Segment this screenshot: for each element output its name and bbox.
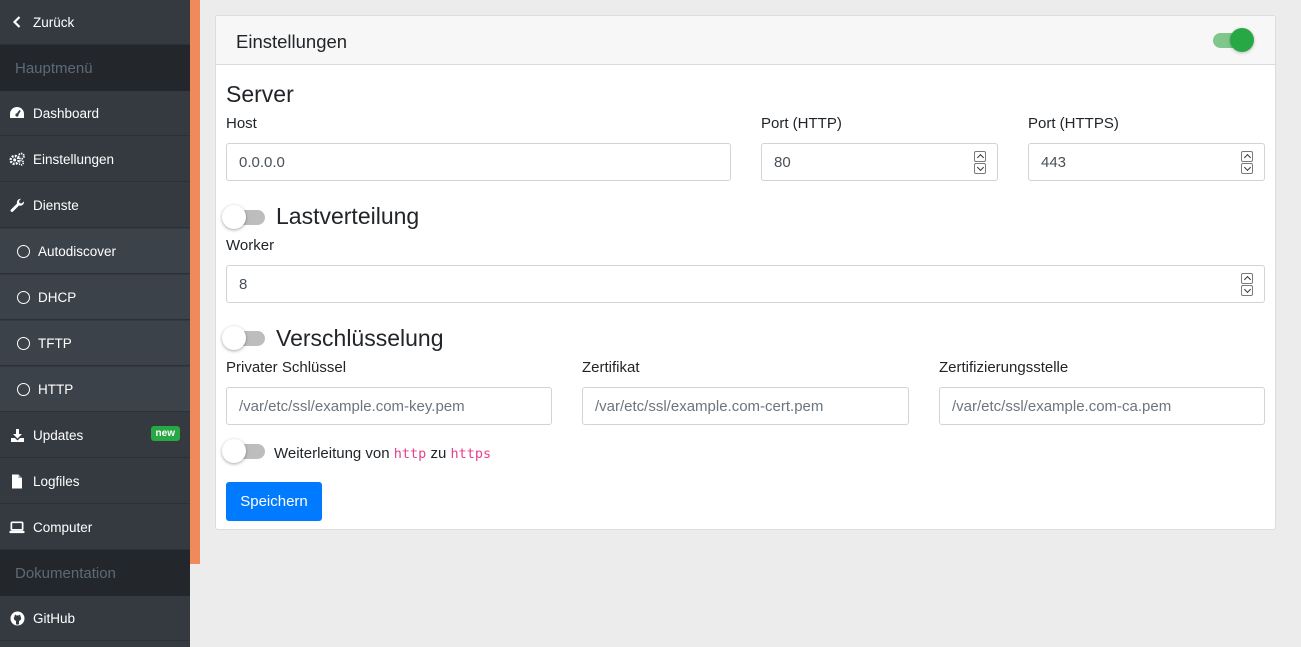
load-balancing-title: Lastverteilung <box>276 203 420 229</box>
sidebar-item-label: DHCP <box>38 289 77 305</box>
wrench-icon <box>9 197 25 213</box>
port-https-stepper[interactable] <box>1241 151 1253 174</box>
redirect-label: Weiterleitung von http zu https <box>274 445 492 462</box>
sidebar-item-computer[interactable]: Computer <box>0 505 190 550</box>
sidebar-item-label: Dienste <box>33 197 79 213</box>
docs-header: Dokumentation <box>0 550 190 596</box>
sidebar-item-label: Updates <box>33 427 84 443</box>
sidebar-item-github[interactable]: GitHub <box>0 596 190 641</box>
sidebar-item-label: Einstellungen <box>33 151 115 167</box>
host-input[interactable]: 0.0.0.0 <box>226 143 731 181</box>
certificate-input[interactable]: /var/etc/ssl/example.com-cert.pem <box>582 387 909 425</box>
back-link[interactable]: Zurück <box>0 0 190 45</box>
new-badge: new <box>150 426 180 441</box>
sidebar-item-einstellungen[interactable]: Einstellungen <box>0 137 190 182</box>
card-header: Einstellungen <box>216 16 1275 65</box>
http-code: http <box>393 446 427 462</box>
circle-icon <box>15 381 31 397</box>
sidebar-item-http[interactable]: HTTP <box>0 367 190 412</box>
sidebar-item-dashboard[interactable]: Dashboard <box>0 91 190 136</box>
port-https-label: Port (HTTPS) <box>1028 115 1119 132</box>
dashboard-icon <box>9 105 25 121</box>
sidebar-item-label: HTTP <box>38 381 74 397</box>
gears-icon <box>9 151 25 167</box>
worker-stepper[interactable] <box>1241 273 1253 296</box>
sidebar-item-label: GitHub <box>33 610 76 626</box>
accent-strip <box>190 0 200 564</box>
file-icon <box>9 473 25 489</box>
sidebar-item-tftp[interactable]: TFTP <box>0 321 190 366</box>
card-title: Einstellungen <box>236 31 348 52</box>
ca-label: Zertifizierungsstelle <box>939 359 1069 376</box>
sidebar-item-label: Logfiles <box>33 473 80 489</box>
main-menu-header: Hauptmenü <box>0 45 190 91</box>
laptop-icon <box>9 519 25 535</box>
load-balancing-toggle[interactable] <box>222 205 265 229</box>
sidebar-item-logfiles[interactable]: Logfiles <box>0 459 190 504</box>
redirect-toggle[interactable] <box>222 439 265 463</box>
certificate-label: Zertifikat <box>582 359 640 376</box>
port-https-input[interactable]: 443 <box>1028 143 1265 181</box>
port-http-label: Port (HTTP) <box>761 115 842 132</box>
settings-enable-toggle[interactable] <box>1210 28 1254 52</box>
sidebar-item-autodiscover[interactable]: Autodiscover <box>0 229 190 274</box>
encryption-title: Verschlüsselung <box>276 325 444 351</box>
save-button[interactable]: Speichern <box>226 482 322 521</box>
sidebar-item-label: Dashboard <box>33 105 100 121</box>
sidebar-item-label: Computer <box>33 519 93 535</box>
https-code: https <box>450 446 492 462</box>
circle-icon <box>15 243 31 259</box>
sidebar-item-label: Autodiscover <box>38 243 117 259</box>
private-key-label: Privater Schlüssel <box>226 359 347 376</box>
settings-card: Einstellungen Server Host Port (HTTP) Po… <box>215 15 1276 530</box>
ca-input[interactable]: /var/etc/ssl/example.com-ca.pem <box>939 387 1265 425</box>
port-http-stepper[interactable] <box>974 151 986 174</box>
worker-input[interactable]: 8 <box>226 265 1265 303</box>
download-icon <box>9 427 25 443</box>
sidebar-item-dienste[interactable]: Dienste <box>0 183 190 228</box>
github-icon <box>9 610 25 626</box>
server-section-title: Server <box>226 81 294 107</box>
circle-icon <box>15 289 31 305</box>
private-key-input[interactable]: /var/etc/ssl/example.com-key.pem <box>226 387 552 425</box>
worker-label: Worker <box>226 237 275 254</box>
sidebar-item-label: TFTP <box>38 335 72 351</box>
port-http-input[interactable]: 80 <box>761 143 998 181</box>
sidebar: Zurück Hauptmenü Dashboard Einstellungen… <box>0 0 190 647</box>
circle-icon <box>15 335 31 351</box>
host-label: Host <box>226 115 257 132</box>
encryption-toggle[interactable] <box>222 326 265 350</box>
chevron-left-icon <box>9 14 25 30</box>
back-label: Zurück <box>33 14 75 30</box>
sidebar-item-dhcp[interactable]: DHCP <box>0 275 190 320</box>
sidebar-item-updates[interactable]: Updates new <box>0 413 190 458</box>
